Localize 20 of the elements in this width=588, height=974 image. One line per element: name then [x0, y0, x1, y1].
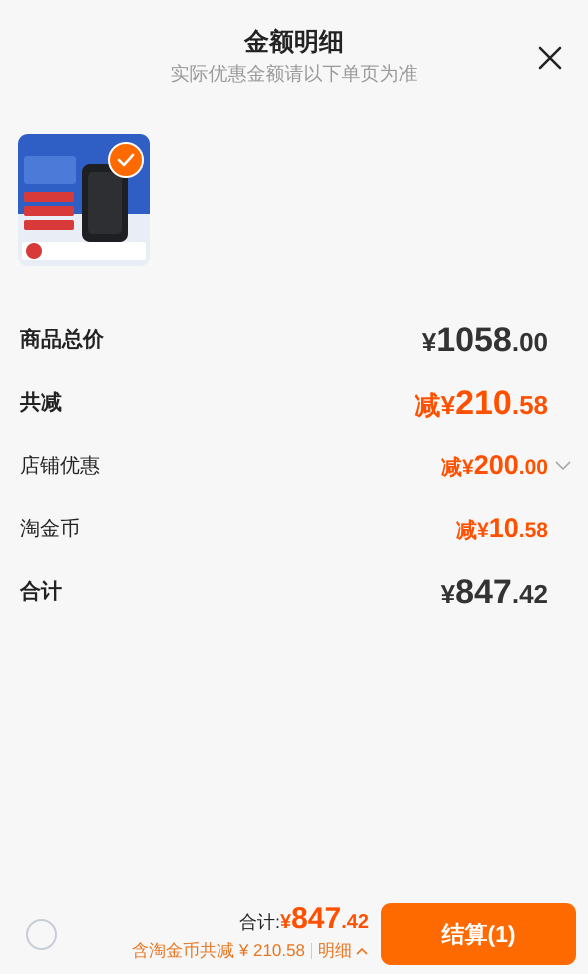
- select-all-radio[interactable]: [26, 918, 57, 950]
- total-amount: ¥847.42: [280, 904, 369, 934]
- checkout-button[interactable]: 结算(1): [381, 903, 576, 965]
- row-label: 共减: [20, 390, 62, 416]
- amount-text: ¥1058.00: [422, 322, 548, 356]
- close-icon: [538, 46, 562, 70]
- amount-text: 减¥210.58: [414, 386, 548, 420]
- row-label: 商品总价: [20, 326, 104, 353]
- row-label: 合计: [20, 578, 62, 605]
- details-link[interactable]: 明细: [318, 938, 369, 964]
- savings-note: 含淘金币共减 ¥ 210.58: [132, 940, 305, 962]
- close-button[interactable]: [536, 44, 564, 72]
- row-label: 店铺优惠: [20, 454, 100, 478]
- row-label: 淘金币: [20, 516, 80, 542]
- amount-text: 减¥10.58: [456, 515, 548, 542]
- total-label: 合计:: [238, 911, 280, 934]
- sheet-title: 金额明细: [244, 27, 344, 58]
- amount-text: ¥847.42: [440, 574, 548, 608]
- sheet-subtitle: 实际优惠金额请以下单页为准: [170, 63, 418, 87]
- amount-text: 减¥200.00: [441, 452, 548, 479]
